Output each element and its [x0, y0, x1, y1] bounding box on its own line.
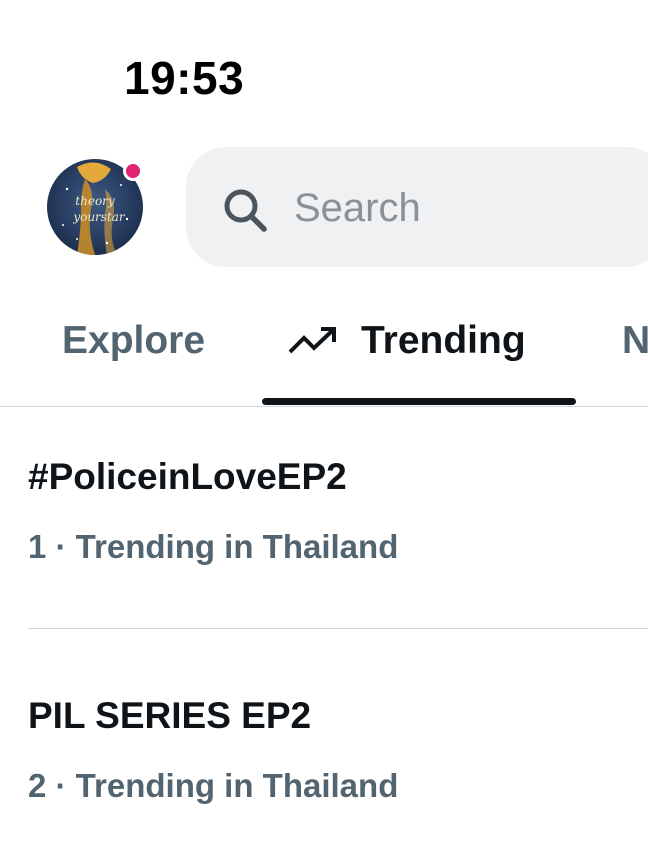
active-tab-indicator: [262, 398, 576, 405]
tab-next[interactable]: N: [622, 316, 648, 366]
trend-meta: 1 · Trending in Thailand: [28, 528, 399, 565]
tab-trending-label: Trending: [361, 319, 526, 362]
trend-title: PIL SERIES EP2: [28, 695, 312, 736]
trend-item[interactable]: PIL SERIES EP2 2 · Trending in Thailand: [0, 629, 648, 867]
search-input[interactable]: Search: [186, 147, 648, 267]
avatar[interactable]: theory yourstar: [47, 159, 143, 255]
trend-meta: 2 · Trending in Thailand: [28, 767, 399, 804]
status-bar: 19:53: [0, 0, 648, 120]
search-icon: [224, 189, 267, 232]
status-time: 19:53: [124, 52, 245, 104]
notification-dot: [123, 161, 143, 181]
trend-title: #PoliceinLoveEP2: [28, 456, 347, 497]
trend-item[interactable]: #PoliceinLoveEP2 1 · Trending in Thailan…: [0, 406, 648, 628]
tab-bar: Explore Trending N: [0, 300, 648, 407]
search-placeholder: Search: [294, 186, 421, 230]
header: theory yourstar Search: [0, 130, 648, 280]
tab-explore[interactable]: Explore: [62, 316, 205, 366]
tab-trending[interactable]: Trending: [287, 316, 526, 366]
avatar-text-2: yourstar: [72, 210, 126, 224]
avatar-text-1: theory: [75, 194, 115, 208]
trending-arrow-icon: [288, 327, 336, 354]
